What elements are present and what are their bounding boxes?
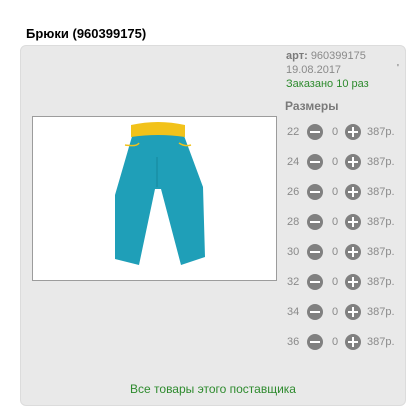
- size-value: 26: [287, 186, 300, 198]
- tick-mark: ': [397, 63, 399, 74]
- product-date: 19.08.2017: [286, 64, 342, 76]
- size-value: 36: [287, 336, 300, 348]
- increase-quantity-button[interactable]: [345, 334, 361, 350]
- increase-quantity-button[interactable]: [345, 184, 361, 200]
- price-value: 387р.: [367, 156, 395, 168]
- supplier-products-link[interactable]: Все товары этого поставщика: [21, 382, 405, 396]
- decrease-quantity-button[interactable]: [307, 244, 323, 260]
- product-title: Брюки (960399175): [26, 26, 147, 41]
- article-line: арт: 960399175: [286, 49, 369, 63]
- article-label: арт:: [286, 50, 308, 62]
- quantity-value: 0: [332, 186, 339, 198]
- price-value: 387р.: [367, 276, 395, 288]
- decrease-quantity-button[interactable]: [307, 184, 323, 200]
- price-value: 387р.: [367, 336, 395, 348]
- increase-quantity-button[interactable]: [345, 244, 361, 260]
- quantity-value: 0: [332, 246, 339, 258]
- size-value: 22: [287, 126, 300, 138]
- size-value: 34: [287, 306, 300, 318]
- price-value: 387р.: [367, 126, 395, 138]
- product-card: арт: 960399175 19.08.2017 Заказано 10 ра…: [20, 45, 406, 406]
- increase-quantity-button[interactable]: [345, 214, 361, 230]
- waistband-shape: [131, 122, 185, 137]
- price-value: 387р.: [367, 186, 395, 198]
- ordered-count: Заказано 10 раз: [286, 78, 369, 90]
- product-image[interactable]: [32, 116, 277, 281]
- price-value: 387р.: [367, 246, 395, 258]
- size-value: 28: [287, 216, 300, 228]
- decrease-quantity-button[interactable]: [307, 154, 323, 170]
- sizes-heading: Размеры: [285, 99, 339, 113]
- decrease-quantity-button[interactable]: [307, 304, 323, 320]
- increase-quantity-button[interactable]: [345, 124, 361, 140]
- price-value: 387р.: [367, 216, 395, 228]
- quantity-value: 0: [332, 336, 339, 348]
- size-value: 30: [287, 246, 300, 258]
- article-value: 960399175: [310, 50, 366, 62]
- price-value: 387р.: [367, 306, 395, 318]
- quantity-value: 0: [332, 276, 339, 288]
- size-value: 24: [287, 156, 300, 168]
- pants-shape: [115, 133, 205, 265]
- product-info: арт: 960399175 19.08.2017 Заказано 10 ра…: [286, 49, 369, 91]
- decrease-quantity-button[interactable]: [307, 214, 323, 230]
- quantity-value: 0: [332, 156, 339, 168]
- decrease-quantity-button[interactable]: [307, 124, 323, 140]
- decrease-quantity-button[interactable]: [307, 274, 323, 290]
- size-value: 32: [287, 276, 300, 288]
- increase-quantity-button[interactable]: [345, 154, 361, 170]
- increase-quantity-button[interactable]: [345, 304, 361, 320]
- decrease-quantity-button[interactable]: [307, 334, 323, 350]
- quantity-value: 0: [332, 126, 339, 138]
- quantity-value: 0: [332, 216, 339, 228]
- increase-quantity-button[interactable]: [345, 274, 361, 290]
- quantity-value: 0: [332, 306, 339, 318]
